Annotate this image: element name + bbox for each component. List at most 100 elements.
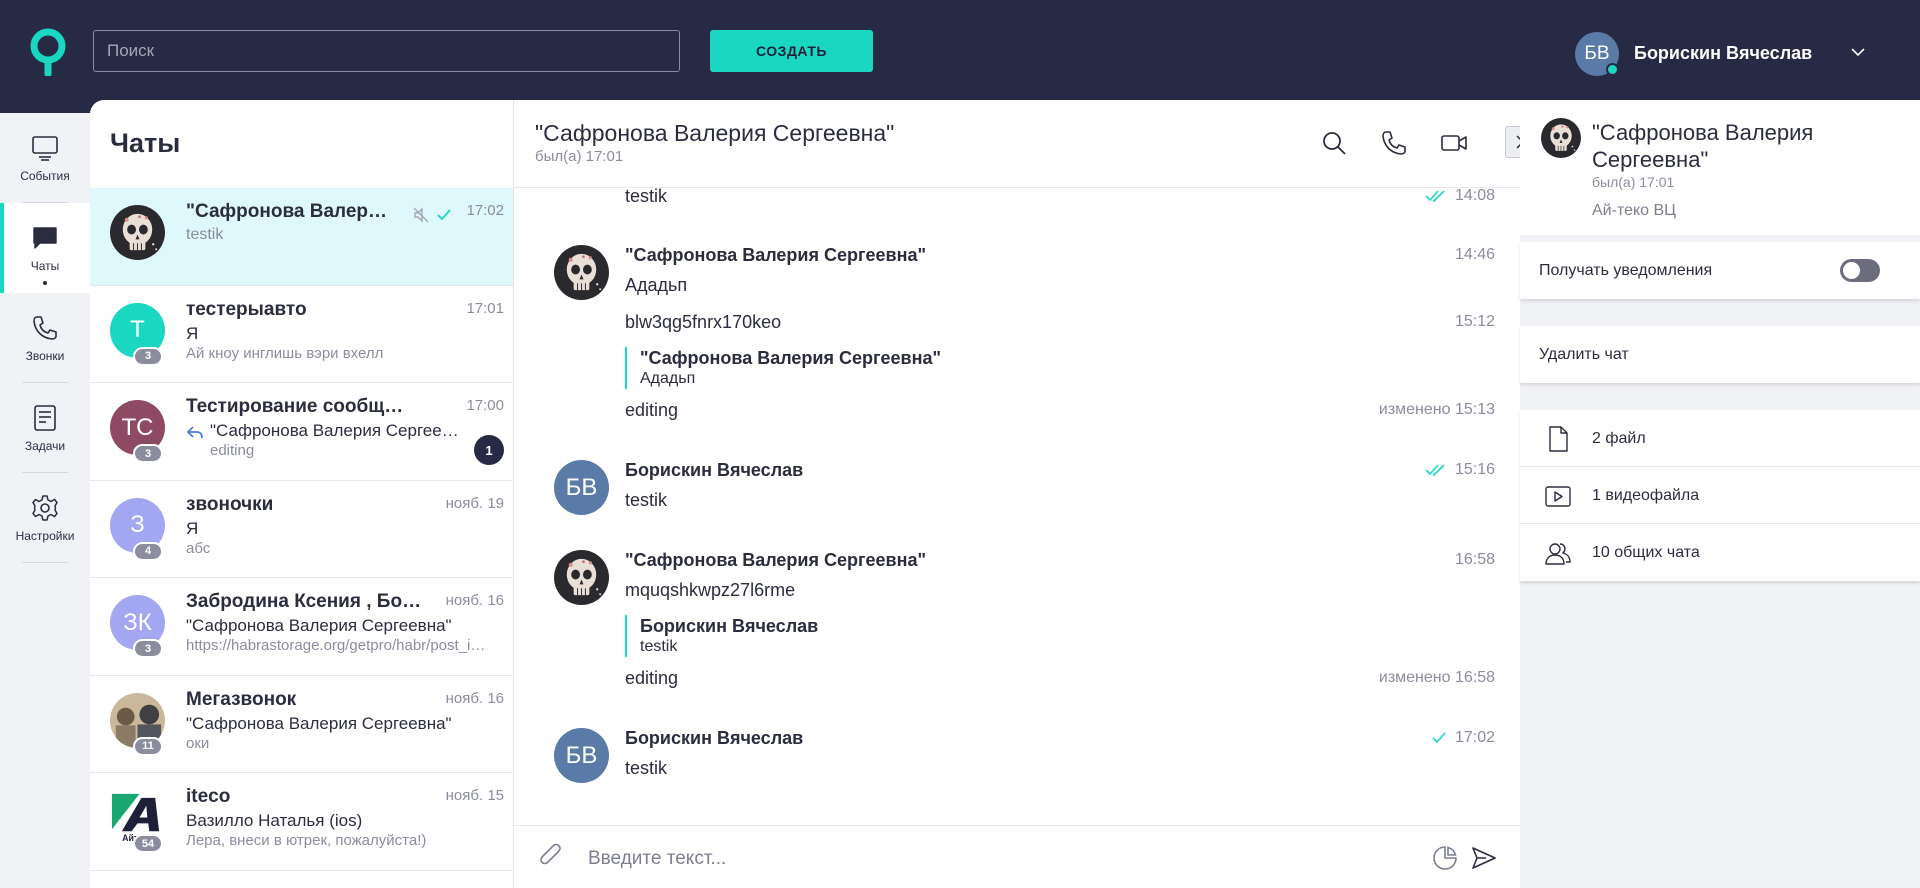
avatar[interactable] xyxy=(1541,118,1581,158)
muted-icon xyxy=(413,207,429,223)
message-sender[interactable]: "Сафронова Валерия Сергеевна" xyxy=(625,550,926,571)
chat-list-item[interactable]: Т 3 тестерыавто 17:01 Я Ай кноу инглишь … xyxy=(90,286,513,383)
message-time: 14:08 xyxy=(1425,188,1495,205)
message-sender[interactable]: Борискин Вячеслав xyxy=(625,460,803,481)
chat-time: нояб. 19 xyxy=(445,494,504,512)
quote-text: Ададьп xyxy=(640,370,696,387)
phone-icon xyxy=(33,316,57,340)
chat-name: "Сафронова Валерия Сергеевна" xyxy=(186,201,396,222)
delete-chat-label: Удалить чат xyxy=(1539,345,1629,363)
nav-item-calls[interactable]: Звонки xyxy=(0,293,90,383)
contact-organization: Ай-теко ВЦ xyxy=(1592,202,1677,219)
nav-item-tasks[interactable]: Задачи xyxy=(0,383,90,473)
app-logo-icon[interactable] xyxy=(28,28,68,76)
chat-preview-sender: "Сафронова Валерия Сергеевна" xyxy=(186,713,452,733)
nav-label-tasks: Задачи xyxy=(24,439,66,453)
message-text: editing xyxy=(625,400,679,420)
chat-info-header: "Сафронова Валерия Сергеевна" был(а) 17:… xyxy=(1520,100,1920,235)
chat-name: iteco xyxy=(186,786,231,807)
message-sender[interactable]: Борискин Вячеслав xyxy=(625,728,803,749)
message-time: изменено 15:13 xyxy=(1379,401,1495,419)
video-file-icon xyxy=(1545,486,1571,507)
nav-item-settings[interactable]: Настройки xyxy=(0,473,90,563)
chat-list-item[interactable]: ТС 3 Тестирование сообщений 17:00 "Сафро… xyxy=(90,383,513,481)
conversation-title[interactable]: "Сафронова Валерия Сергеевна" xyxy=(535,120,894,147)
time-text: изменено 15:13 xyxy=(1378,401,1495,418)
chat-name: тестерыавто xyxy=(186,298,307,320)
delete-chat-button[interactable]: Удалить чат xyxy=(1520,326,1920,383)
time-text: 17:02 xyxy=(1454,729,1495,746)
contact-name: "Сафронова Валерия Сергеевна" xyxy=(1592,120,1814,172)
nav-label-settings: Настройки xyxy=(15,529,75,543)
videos-row[interactable]: 1 видеофайла xyxy=(1520,467,1920,524)
message-time: 16:58 xyxy=(1455,551,1495,569)
message-text: Ададьп xyxy=(625,275,688,295)
member-count-badge: 11 xyxy=(133,736,163,756)
chat-list-item[interactable]: ЗК 3 Забродина Ксения , Борискин Вячесла… xyxy=(90,578,513,676)
avatar[interactable]: БВ xyxy=(554,728,609,783)
files-row[interactable]: 2 файл xyxy=(1520,410,1920,467)
chat-name: Мегазвонок xyxy=(186,688,297,710)
chat-name: Забродина Ксения , Борискин Вячеслав xyxy=(186,591,426,612)
time-text: 16:58 xyxy=(1454,551,1495,568)
time-text: 15:12 xyxy=(1454,313,1495,330)
check-icon xyxy=(437,209,451,221)
chat-time: нояб. 16 xyxy=(445,592,504,609)
chat-preview: Ай кноу инглишь вэри вхелл xyxy=(186,344,384,362)
search-icon[interactable] xyxy=(1319,128,1349,158)
chat-time: нояб. 16 xyxy=(445,689,504,707)
chat-preview-sender: "Сафронова Валерия Сергеевна" xyxy=(186,616,452,635)
chat-name: звоночки xyxy=(186,493,274,515)
time-text: 14:08 xyxy=(1454,188,1495,204)
send-icon[interactable] xyxy=(1470,844,1498,872)
chat-list-item[interactable]: "Сафронова Валерия Сергеевна" 17:02 test… xyxy=(90,188,513,286)
chat-list-item[interactable]: З 4 звоночки нояб. 19 Я абс xyxy=(90,481,513,578)
sticker-icon[interactable] xyxy=(1431,844,1459,872)
chat-preview: абс xyxy=(186,539,211,557)
search-input[interactable] xyxy=(93,30,680,72)
message-sender[interactable]: "Сафронова Валерия Сергеевна" xyxy=(625,245,926,266)
chat-bubble-icon xyxy=(33,227,57,249)
chevron-down-icon[interactable] xyxy=(1850,44,1866,60)
avatar[interactable] xyxy=(554,550,609,605)
phone-icon[interactable] xyxy=(1379,128,1409,158)
quote-sender: Борискин Вячеслав xyxy=(640,616,819,636)
message-text: editing xyxy=(625,668,679,688)
chat-list-title: Чаты xyxy=(110,128,181,158)
chat-preview-sender: Я xyxy=(186,518,199,538)
chat-list-item[interactable]: 11 Мегазвонок нояб. 16 "Сафронова Валери… xyxy=(90,676,513,773)
nav-item-events[interactable]: События xyxy=(0,113,90,203)
quoted-message[interactable]: "Сафронова Валерия Сергеевна" Ададьп xyxy=(625,347,941,389)
message-text: mquqshkwpz27l6rme xyxy=(625,580,796,600)
message-text: testik xyxy=(625,758,668,778)
monitor-icon xyxy=(32,136,58,161)
user-name[interactable]: Борискин Вячеслав xyxy=(1634,43,1812,64)
quoted-message[interactable]: Борискин Вячеслав testik xyxy=(625,615,818,657)
media-card: 2 файл 1 видеофайла 10 общих чата xyxy=(1520,410,1920,581)
message-input[interactable] xyxy=(588,844,1368,874)
common-chats-row[interactable]: 10 общих чата xyxy=(1520,524,1920,581)
avatar[interactable]: БВ xyxy=(554,460,609,515)
member-count-badge: 3 xyxy=(133,444,163,463)
check-icon xyxy=(1432,732,1446,744)
video-camera-icon[interactable] xyxy=(1439,128,1469,158)
notifications-row: Получать уведомления xyxy=(1520,242,1920,299)
nav-item-chats[interactable]: Чаты xyxy=(0,203,90,293)
message-list[interactable]: testik 14:08 "Сафронова Валерия Сергеевн… xyxy=(514,188,1520,825)
attach-icon[interactable] xyxy=(538,843,564,871)
nav-label-events: События xyxy=(20,169,70,183)
chat-list-item[interactable]: Айтеко 54 iteco нояб. 15 Вазилло Наталья… xyxy=(90,773,513,871)
message-time: изменено 16:58 xyxy=(1379,669,1495,687)
unread-count-badge: 1 xyxy=(474,435,504,465)
nav-label-calls: Звонки xyxy=(25,349,65,363)
chat-time: 17:01 xyxy=(466,299,504,317)
avatar[interactable] xyxy=(554,245,609,300)
chat-time: 17:02 xyxy=(466,202,504,219)
chat-name: Тестирование сообщений xyxy=(186,396,411,417)
notifications-toggle[interactable] xyxy=(1840,259,1880,282)
time-text: 14:46 xyxy=(1454,246,1495,263)
gear-icon xyxy=(32,495,58,521)
create-button[interactable]: СОЗДАТЬ xyxy=(710,30,873,72)
member-count-badge: 54 xyxy=(133,834,163,853)
nav-label-chats: Чаты xyxy=(30,259,60,273)
